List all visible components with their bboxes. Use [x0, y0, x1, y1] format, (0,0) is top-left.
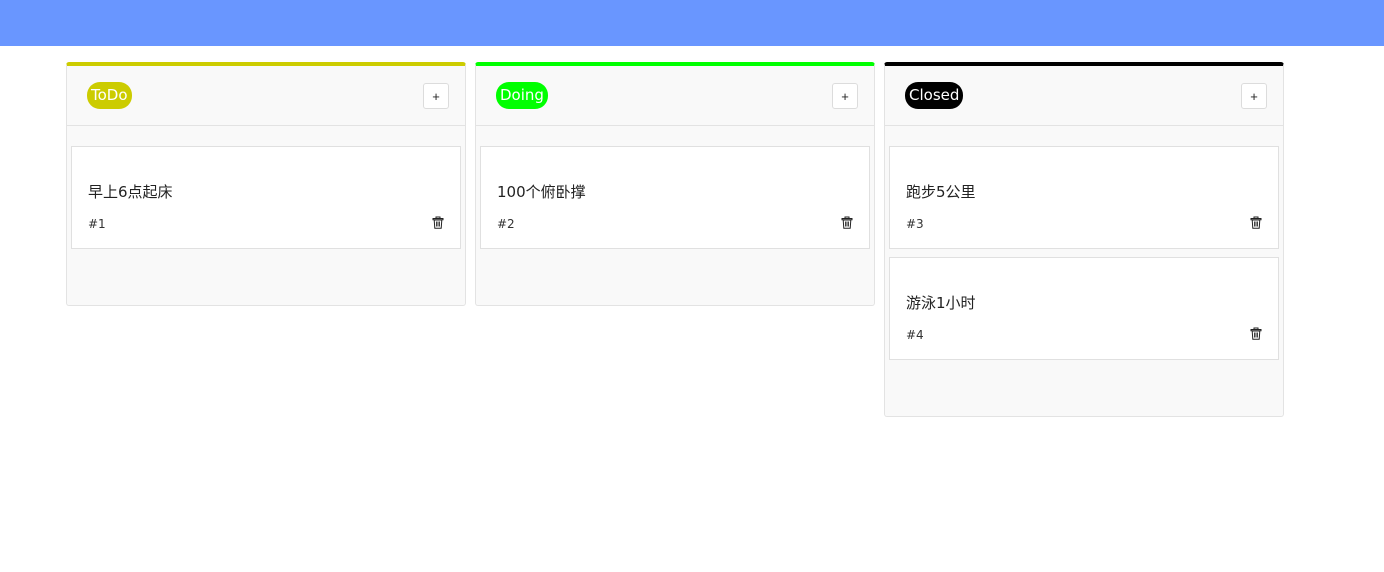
task-title: 跑步5公里 [906, 183, 976, 201]
add-card-button[interactable]: + [423, 82, 449, 109]
trash-icon[interactable] [841, 216, 853, 229]
task-id: #4 [906, 328, 924, 342]
column-label-badge: Doing [496, 82, 548, 109]
task-id: #3 [906, 217, 924, 231]
top-bar [0, 0, 1384, 46]
column-header: ToDo + [67, 66, 465, 126]
task-card[interactable]: 跑步5公里 #3 [889, 146, 1279, 249]
column-label-badge: Closed [905, 82, 964, 109]
column-body: 早上6点起床 #1 [67, 126, 465, 305]
column-body: 100个俯卧撑 #2 [476, 126, 874, 305]
trash-icon[interactable] [1250, 216, 1262, 229]
column-todo: ToDo + 早上6点起床 #1 [66, 62, 466, 306]
task-title: 100个俯卧撑 [497, 183, 586, 201]
column-closed: Closed + 跑步5公里 #3 游泳1小时 #4 [884, 62, 1284, 417]
kanban-board: ToDo + 早上6点起床 #1 Doing + 100个俯卧撑 #2 Clos… [66, 62, 1284, 417]
column-header: Closed + [885, 66, 1283, 126]
task-id: #2 [497, 217, 515, 231]
task-card[interactable]: 100个俯卧撑 #2 [480, 146, 870, 249]
add-card-button[interactable]: + [832, 82, 858, 109]
column-body: 跑步5公里 #3 游泳1小时 #4 [885, 126, 1283, 416]
task-title: 游泳1小时 [906, 294, 976, 312]
task-id: #1 [88, 217, 106, 231]
task-title: 早上6点起床 [88, 183, 173, 201]
column-header: Doing + [476, 66, 874, 126]
column-label-badge: ToDo [87, 82, 132, 109]
task-card[interactable]: 早上6点起床 #1 [71, 146, 461, 249]
trash-icon[interactable] [432, 216, 444, 229]
column-doing: Doing + 100个俯卧撑 #2 [475, 62, 875, 306]
add-card-button[interactable]: + [1241, 82, 1267, 109]
trash-icon[interactable] [1250, 327, 1262, 340]
task-card[interactable]: 游泳1小时 #4 [889, 257, 1279, 360]
